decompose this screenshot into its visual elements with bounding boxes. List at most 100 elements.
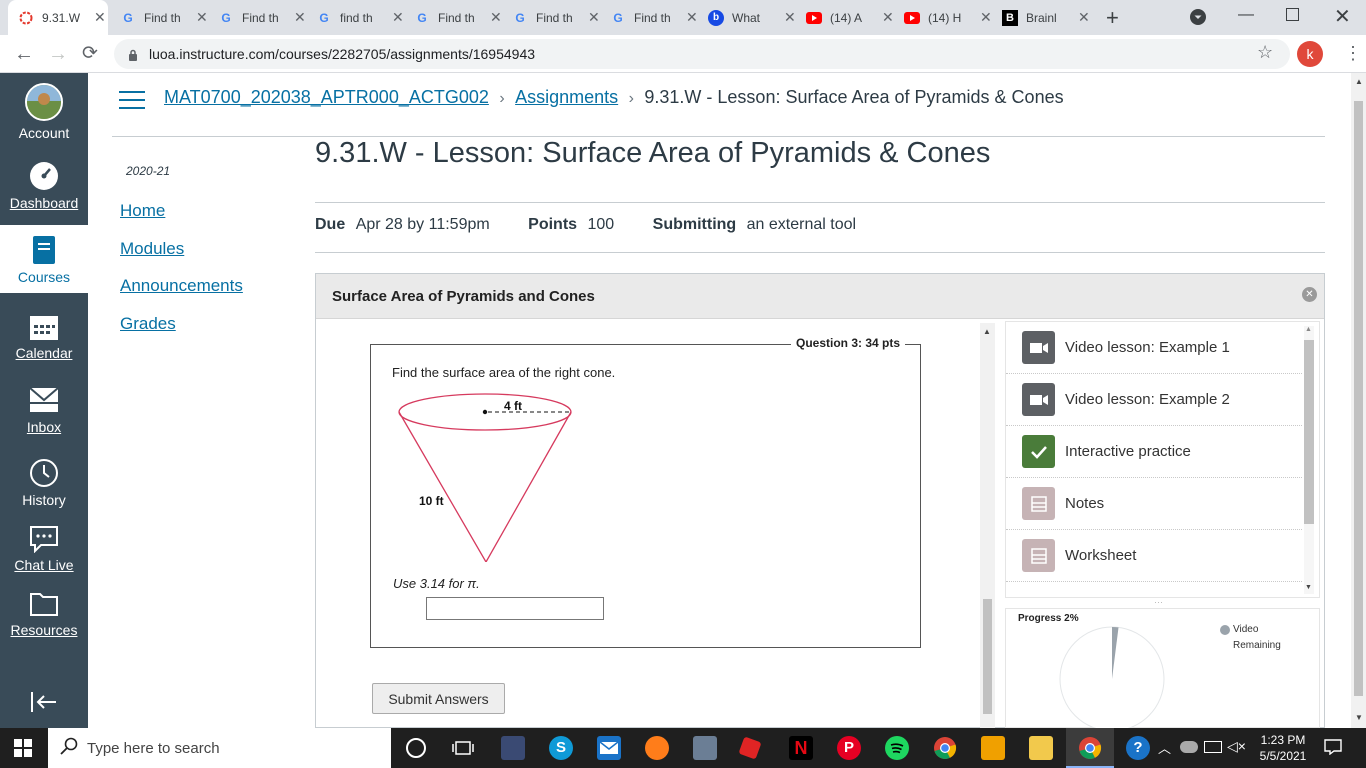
task-view-icon[interactable] [452,739,474,762]
nav-resources[interactable]: Resources [0,590,88,638]
collapse-nav-icon[interactable] [30,691,58,718]
skype-icon[interactable]: S [549,736,573,760]
youtube-icon [806,10,822,26]
course-nav-home[interactable]: Home [120,201,165,221]
reload-icon[interactable]: ⟳ [82,42,98,65]
nav-calendar[interactable]: Calendar [0,313,88,361]
scroll-thumb[interactable] [983,599,992,714]
tray-chevron-icon[interactable]: ︿ [1158,738,1171,757]
windows-start-icon[interactable] [14,739,32,762]
close-tab-icon[interactable]: ✕ [980,9,992,26]
chrome-icon[interactable] [933,736,957,760]
scroll-up-icon[interactable]: ▲ [983,327,991,336]
close-tab-icon[interactable]: ✕ [196,9,208,26]
browser-tab[interactable]: G find th ✕ [306,0,404,35]
browser-tab[interactable]: G Find th ✕ [404,0,502,35]
forward-icon[interactable]: → [48,43,68,66]
scroll-thumb[interactable] [1354,101,1363,696]
restore-icon[interactable] [1286,8,1299,21]
tab-search-icon[interactable] [1190,9,1206,25]
app-icon[interactable] [501,736,525,760]
notes-item[interactable]: Notes [1006,478,1302,530]
volume-icon[interactable]: ◁× [1227,738,1246,755]
close-tab-icon[interactable]: ✕ [94,9,106,26]
minimize-icon[interactable]: — [1238,6,1254,24]
close-tab-icon[interactable]: ✕ [882,9,894,26]
browser-tab[interactable]: (14) H ✕ [894,0,992,35]
clock[interactable]: 1:23 PM 5/5/2021 [1252,732,1314,764]
nav-courses[interactable]: Courses [0,225,88,293]
browser-tab[interactable]: (14) A ✕ [796,0,894,35]
battery-icon[interactable] [1204,741,1222,753]
slant-height-label: 10 ft [419,494,444,508]
mail-icon[interactable] [597,736,621,760]
scroll-up-icon[interactable]: ▲ [1305,326,1312,333]
answer-input[interactable] [426,597,604,620]
close-tab-icon[interactable]: ✕ [294,9,306,26]
close-tab-icon[interactable]: ✕ [686,9,698,26]
scroll-down-icon[interactable]: ▼ [1305,584,1312,591]
url-field[interactable]: luoa.instructure.com/courses/2282705/ass… [114,39,1290,69]
course-nav-announcements[interactable]: Announcements [120,276,243,296]
menu-kebab-icon[interactable]: ⋮ [1344,43,1362,64]
avatar-icon [25,83,63,121]
new-tab-button[interactable]: + [1106,5,1119,31]
browser-tab[interactable]: G Find th ✕ [208,0,306,35]
camera-icon[interactable] [693,736,717,760]
profile-avatar[interactable]: k [1297,41,1323,67]
file-explorer-icon[interactable] [1029,736,1053,760]
firefox-icon[interactable] [645,736,669,760]
breadcrumb-course-link[interactable]: MAT0700_202038_APTR000_ACTG002 [164,87,489,107]
activity-list-scrollbar[interactable]: ▲ ▼ [1304,326,1314,594]
legend-video: Video [1233,624,1259,635]
nav-inbox[interactable]: Inbox [0,385,88,435]
browser-tab[interactable]: G Find th ✕ [110,0,208,35]
notifications-icon[interactable] [1324,739,1342,760]
scroll-thumb[interactable] [1304,340,1314,524]
roblox-icon[interactable] [738,736,762,760]
document-icon [1022,539,1055,572]
scroll-up-icon[interactable]: ▲ [1355,77,1363,86]
onedrive-icon[interactable] [1180,741,1198,753]
close-tab-icon[interactable]: ✕ [588,9,600,26]
browser-tab[interactable]: B Brainl ✕ [992,0,1092,35]
windows-taskbar: Type here to search S N P ? ︿ ◁× 1:23 PM… [0,728,1366,768]
page-scrollbar[interactable]: ▲ ▼ [1351,73,1366,728]
cortana-icon[interactable] [406,738,426,758]
chrome-active-task[interactable] [1066,728,1114,768]
browser-tab[interactable]: b What ✕ [698,0,796,35]
hamburger-menu-icon[interactable] [119,90,145,115]
close-tab-icon[interactable]: ✕ [784,9,796,26]
nav-dashboard[interactable]: Dashboard [0,161,88,211]
scroll-down-icon[interactable]: ▼ [1355,713,1363,722]
taskbar-search[interactable]: Type here to search [48,728,391,768]
nav-history[interactable]: History [0,458,88,508]
breadcrumb-assignments-link[interactable]: Assignments [515,87,618,107]
spotify-icon[interactable] [885,736,909,760]
worksheet-item[interactable]: Worksheet [1006,530,1302,582]
nav-chat-live[interactable]: Chat Live [0,525,88,573]
browser-tab[interactable]: G Find th ✕ [502,0,600,35]
panel-resize-handle[interactable]: ⋯ [1154,597,1164,608]
netflix-icon[interactable]: N [789,736,813,760]
pinterest-icon[interactable]: P [837,736,861,760]
close-tab-icon[interactable]: ✕ [490,9,502,26]
help-icon[interactable]: ? [1126,736,1150,760]
interactive-practice-item[interactable]: Interactive practice [1006,426,1302,478]
close-window-icon[interactable]: ✕ [1334,4,1351,29]
video-lesson-1-item[interactable]: Video lesson: Example 1 [1006,322,1302,374]
video-lesson-2-item[interactable]: Video lesson: Example 2 [1006,374,1302,426]
close-icon[interactable]: ✕ [1302,287,1317,302]
course-nav-grades[interactable]: Grades [120,314,176,334]
browser-tab-active[interactable]: 9.31.W ✕ [8,0,108,35]
back-icon[interactable]: ← [14,43,34,66]
close-tab-icon[interactable]: ✕ [392,9,404,26]
browser-tab[interactable]: G Find th ✕ [600,0,698,35]
nav-account[interactable]: Account [0,83,88,141]
close-tab-icon[interactable]: ✕ [1078,9,1090,26]
course-nav-modules[interactable]: Modules [120,239,184,259]
store-icon[interactable] [981,736,1005,760]
question-scrollbar[interactable]: ▲ [980,323,995,728]
submit-answers-button[interactable]: Submit Answers [372,683,505,714]
bookmark-star-icon[interactable]: ☆ [1257,42,1273,63]
